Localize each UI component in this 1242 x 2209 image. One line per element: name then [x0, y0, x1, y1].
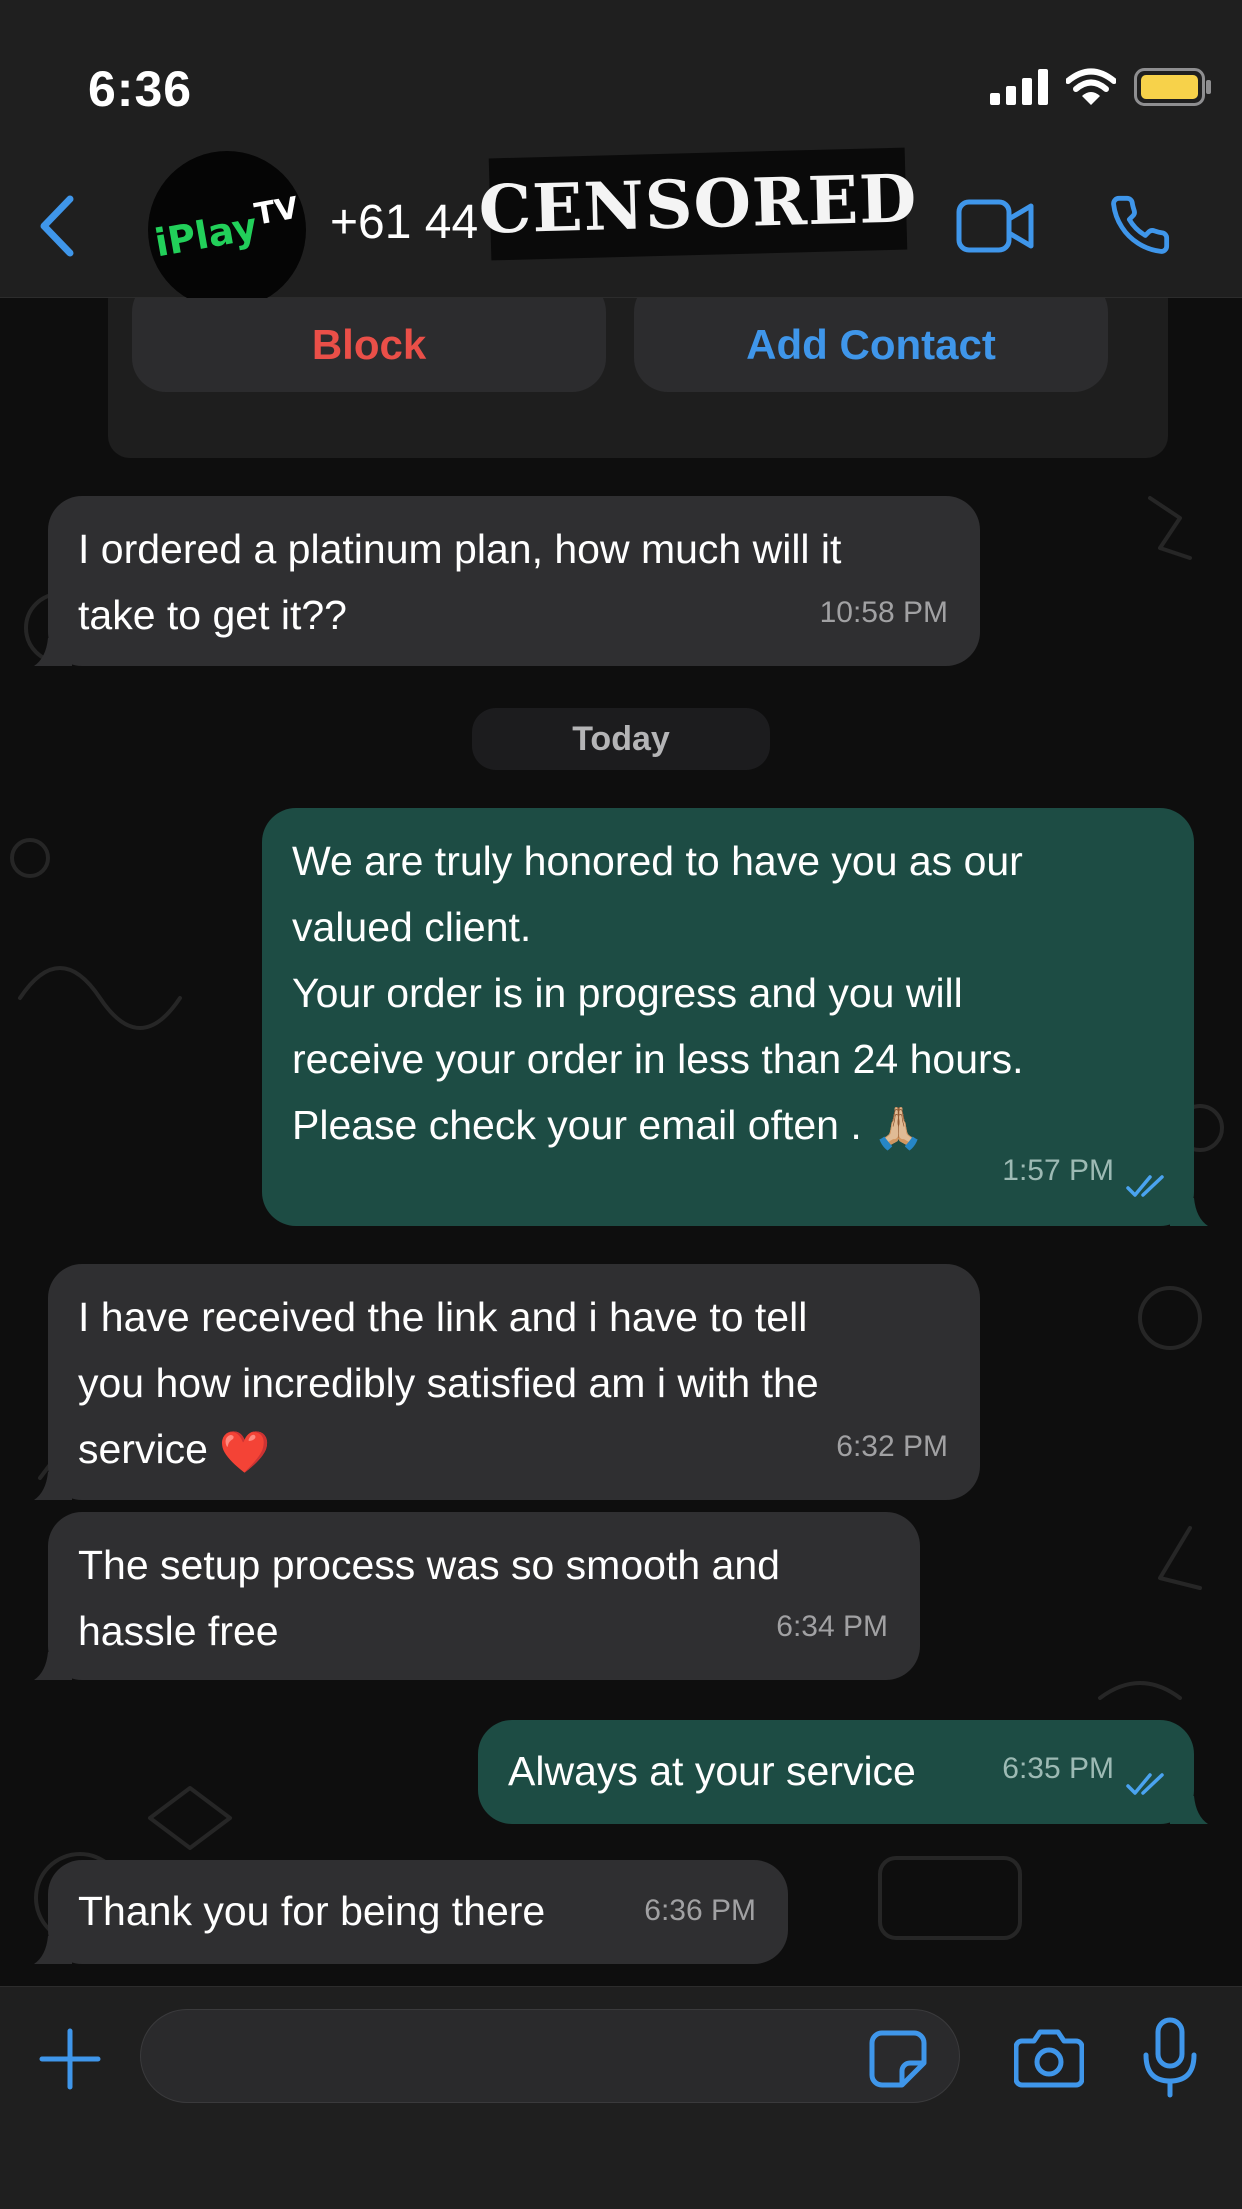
battery-icon: [1134, 68, 1211, 106]
bubble-tail: [1170, 1198, 1208, 1226]
censored-stamp: CENSORED: [478, 147, 918, 261]
message-time: 6:35 PM: [1002, 1752, 1114, 1785]
camera-button[interactable]: [1013, 2027, 1085, 2089]
double-check-icon: [1126, 1175, 1164, 1197]
message-time: 10:58 PM: [819, 596, 948, 629]
message-bubble-incoming[interactable]: Thank you for being there 6:36 PM: [34, 1860, 788, 1964]
bubble-tail: [34, 1936, 72, 1964]
chat-area[interactable]: Block Add Contact I ordered a platinum p…: [0, 298, 1242, 1986]
message-time: 1:57 PM: [1002, 1154, 1114, 1187]
message-line: We are truly honored to have you as our: [292, 838, 1023, 884]
message-line: Thank you for being there: [78, 1888, 546, 1934]
add-contact-button[interactable]: Add Contact: [634, 298, 1108, 392]
message-line: hassle free: [78, 1608, 279, 1654]
message-text: I ordered a platinum plan, how much will…: [78, 516, 841, 648]
microphone-icon: [1143, 2017, 1197, 2098]
message-line: I have received the link and i have to t…: [78, 1294, 808, 1340]
bubble-tail: [34, 1472, 72, 1500]
avatar-logo: iPlayTV: [148, 190, 306, 267]
voice-message-button[interactable]: [1140, 2017, 1200, 2099]
back-button[interactable]: [30, 193, 90, 259]
attach-button[interactable]: [38, 2027, 102, 2091]
censored-label: CENSORED: [477, 159, 919, 249]
message-line: you how incredibly satisfied am i with t…: [78, 1360, 819, 1406]
message-line: I ordered a platinum plan, how much will…: [78, 526, 842, 572]
message-line: Your order is in progress and you will: [292, 970, 963, 1016]
avatar-brand-suffix: TV: [251, 190, 302, 233]
double-check-icon: [1126, 1773, 1164, 1795]
message-line: Please check your email often . 🙏🏼: [292, 1092, 1024, 1161]
chat-header: iPlayTV +61 44 CENSORED: [0, 145, 1242, 309]
message-bubble-outgoing[interactable]: We are truly honored to have you as our …: [262, 808, 1208, 1226]
chevron-left-icon: [40, 195, 74, 257]
message-line-text: service: [78, 1426, 208, 1472]
message-text: We are truly honored to have you as our …: [292, 828, 1024, 1161]
redaction-bar: [318, 263, 746, 293]
message-time: 6:32 PM: [836, 1430, 948, 1463]
camera-icon: [1013, 2029, 1085, 2088]
message-bubble-outgoing[interactable]: Always at your service 6:35 PM: [478, 1720, 1208, 1824]
video-call-button[interactable]: [956, 197, 1034, 255]
contact-name[interactable]: +61 44: [330, 195, 478, 250]
message-bubble-incoming[interactable]: The setup process was so smooth and hass…: [34, 1512, 920, 1680]
message-line: receive your order in less than 24 hours…: [292, 1036, 1024, 1082]
status-icons: [990, 68, 1212, 106]
message-bubble-incoming[interactable]: I have received the link and i have to t…: [34, 1264, 980, 1500]
message-bubble-incoming[interactable]: I ordered a platinum plan, how much will…: [34, 496, 980, 666]
bubble-tail: [34, 638, 72, 666]
sticker-button[interactable]: [868, 2029, 928, 2089]
status-time: 6:36: [88, 61, 193, 117]
phone-icon: [1111, 195, 1170, 254]
video-camera-icon: [956, 199, 1034, 253]
message-line: service ❤️: [78, 1416, 819, 1485]
sticker-icon: [869, 2030, 927, 2088]
message-time: 6:36 PM: [644, 1894, 756, 1927]
message-text: The setup process was so smooth and hass…: [78, 1532, 780, 1664]
folded-hands-emoji: 🙏🏼: [873, 1105, 925, 1152]
plus-icon: [39, 2028, 101, 2090]
voice-call-button[interactable]: [1108, 193, 1172, 257]
message-text: I have received the link and i have to t…: [78, 1284, 819, 1485]
avatar-brand-main: iPlay: [151, 204, 261, 266]
wifi-icon: [1066, 68, 1116, 105]
message-input[interactable]: [140, 2009, 960, 2103]
block-button[interactable]: Block: [132, 298, 606, 392]
message-text: Thank you for being there: [78, 1878, 545, 1944]
bubble-tail: [1170, 1796, 1208, 1824]
date-separator: Today: [472, 708, 770, 770]
message-line: take to get it??: [78, 592, 347, 638]
message-line: valued client.: [292, 904, 532, 950]
message-text: Always at your service: [508, 1738, 916, 1804]
message-time: 6:34 PM: [776, 1610, 888, 1643]
message-line: The setup process was so smooth and: [78, 1542, 780, 1588]
red-heart-emoji: ❤️: [219, 1429, 271, 1476]
contact-avatar[interactable]: iPlayTV: [148, 151, 306, 309]
cellular-signal-icon: [990, 69, 1048, 105]
status-bar: 6:36: [0, 0, 1242, 145]
message-line: Always at your service: [508, 1748, 916, 1794]
bubble-tail: [34, 1652, 72, 1680]
message-line-text: Please check your email often .: [292, 1102, 862, 1148]
message-composer: [0, 1986, 1242, 2209]
